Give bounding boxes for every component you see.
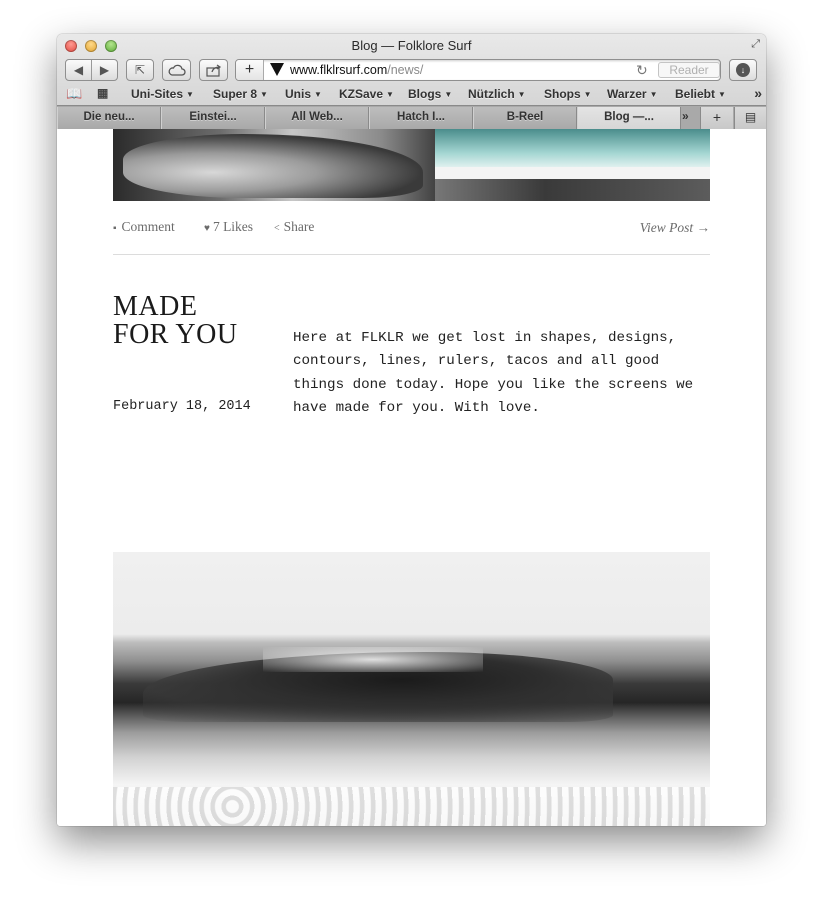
bookmark-label: KZSave [339,87,384,101]
tab-overview-icon[interactable]: ▤ [734,107,766,129]
url-domain: www.flklrsurf.com [290,63,388,77]
image-strip-shape [435,179,710,201]
bookmark-label: Super 8 [213,87,258,101]
wave-spray-shape [263,647,483,672]
bookmark-folder[interactable]: Blogs ▼ [408,87,452,101]
bookmark-label: Beliebt [675,87,716,101]
chevron-down-icon: ▼ [186,90,194,99]
wave-foam-shape [113,787,710,826]
browser-window: Blog — Folklore Surf ⤢ ◀ ▶ ⇱ + www.flklr… [57,34,766,826]
forward-button[interactable]: ▶ [92,63,117,77]
reading-list-icon[interactable]: 📖 [66,86,82,102]
window-title: Blog — Folklore Surf [351,38,472,53]
page-content: ▪ Comment ♥ 7 Likes < Share View Post → MAD… [57,129,766,826]
image-sea-shape [435,129,710,169]
post-title[interactable]: MADE FOR YOU [113,293,273,349]
post-date: February 18, 2014 [113,399,251,414]
tab[interactable]: B-Reel [473,107,577,129]
bookmark-folder[interactable]: Beliebt ▼ [675,87,726,101]
url-text[interactable]: www.flklrsurf.com/news/ [290,63,423,77]
bookmark-folder[interactable]: Nützlich ▼ [468,87,526,101]
post-title-line: MADE [113,291,198,322]
chevron-down-icon: ▼ [260,90,268,99]
chevron-down-icon: ▼ [583,90,592,99]
top-sites-button[interactable]: ⇱ [126,59,154,81]
icloud-tabs-button[interactable] [162,59,191,81]
address-bar[interactable]: + www.flklrsurf.com/news/ ↻ Reader [235,59,721,81]
divider [113,254,710,255]
share-label: Share [283,219,315,234]
add-bookmark-button[interactable]: + [236,60,264,80]
site-favicon-icon [270,63,284,76]
bookmark-folder[interactable]: Shops ▼ [544,87,592,101]
post-body: Here at FLKLR we get lost in shapes, des… [293,330,694,416]
tab[interactable]: Die neu... [57,107,161,129]
chevron-down-icon: ▼ [444,90,453,99]
bookmark-label: Warzer [607,87,647,101]
view-post-link[interactable]: View Post → [640,220,710,236]
chevron-down-icon: ▼ [649,90,658,99]
bookmark-folder[interactable]: Warzer ▼ [607,87,658,101]
downloads-button[interactable]: ↓ [729,59,757,81]
comment-label: Comment [121,219,175,234]
reader-button[interactable]: Reader [658,62,720,78]
bookmark-folder[interactable]: Uni-Sites ▼ [131,87,194,101]
bookmark-folder[interactable]: Super 8 ▼ [213,87,268,101]
share-link[interactable]: < Share [274,219,314,235]
share-box-icon [205,64,221,77]
bookmark-label: Shops [544,87,581,101]
top-sites-grid-icon[interactable]: ▦ [97,86,108,100]
chevron-down-icon: ▼ [718,90,726,99]
image-foam-shape [435,167,710,179]
image-figure-shape [123,134,423,198]
more-bookmarks-icon[interactable]: » [754,85,762,101]
tab-bar: Die neu... Einstei... All Web... Hatch I… [57,105,766,129]
bookmark-label: Blogs [408,87,442,101]
chevron-down-icon: ▼ [386,90,394,99]
toolbar: ◀ ▶ ⇱ + www.flklrsurf.com/news/ ↻ Reader… [57,58,766,84]
bookmark-label: Uni-Sites [131,87,184,101]
browser-chrome: Blog — Folklore Surf ⤢ ◀ ▶ ⇱ + www.flklr… [57,34,766,129]
url-path: /news/ [387,63,424,77]
post-title-line: FOR YOU [113,319,238,350]
bookmark-folder[interactable]: KZSave ▼ [339,87,394,101]
bookmark-label: Nützlich [468,87,515,101]
speech-bubble-icon: ▪ [113,223,117,234]
tab-overflow-icon[interactable]: » [682,109,689,123]
title-bar: Blog — Folklore Surf ⤢ [57,34,766,58]
share-button[interactable] [199,59,228,81]
heart-icon: ♥ [204,223,210,234]
bookmarks-bar: 📖 ▦ Uni-Sites ▼ Super 8 ▼ Unis ▼ KZSave ▼ Bl… [57,84,766,105]
new-tab-button[interactable]: + [700,107,733,129]
likes-link[interactable]: ♥ 7 Likes [204,219,253,235]
bookmark-label: Unis [285,87,312,101]
tab[interactable]: Einstei... [161,107,265,129]
bookmark-folder[interactable]: Unis ▼ [285,87,322,101]
tab[interactable]: Hatch I... [369,107,473,129]
post-image-wave[interactable] [113,552,710,826]
reload-icon[interactable]: ↻ [636,62,648,79]
back-forward-group: ◀ ▶ [65,59,118,81]
post-image-previous [113,129,710,201]
top-sites-icon: ⇱ [134,63,146,77]
cloud-icon [168,64,186,76]
comment-link[interactable]: ▪ Comment [113,219,175,235]
chevron-down-icon: ▼ [517,90,526,99]
share-icon: < [274,223,280,234]
download-arrow-icon: ↓ [736,63,750,77]
chevron-down-icon: ▼ [314,90,322,99]
tab[interactable]: All Web... [265,107,369,129]
tab-active[interactable]: Blog —... [577,107,681,129]
fullscreen-icon[interactable]: ⤢ [751,38,760,51]
post-meta-bar: ▪ Comment ♥ 7 Likes < Share View Post → [113,219,710,239]
back-button[interactable]: ◀ [66,63,91,77]
likes-label: 7 Likes [212,219,254,234]
